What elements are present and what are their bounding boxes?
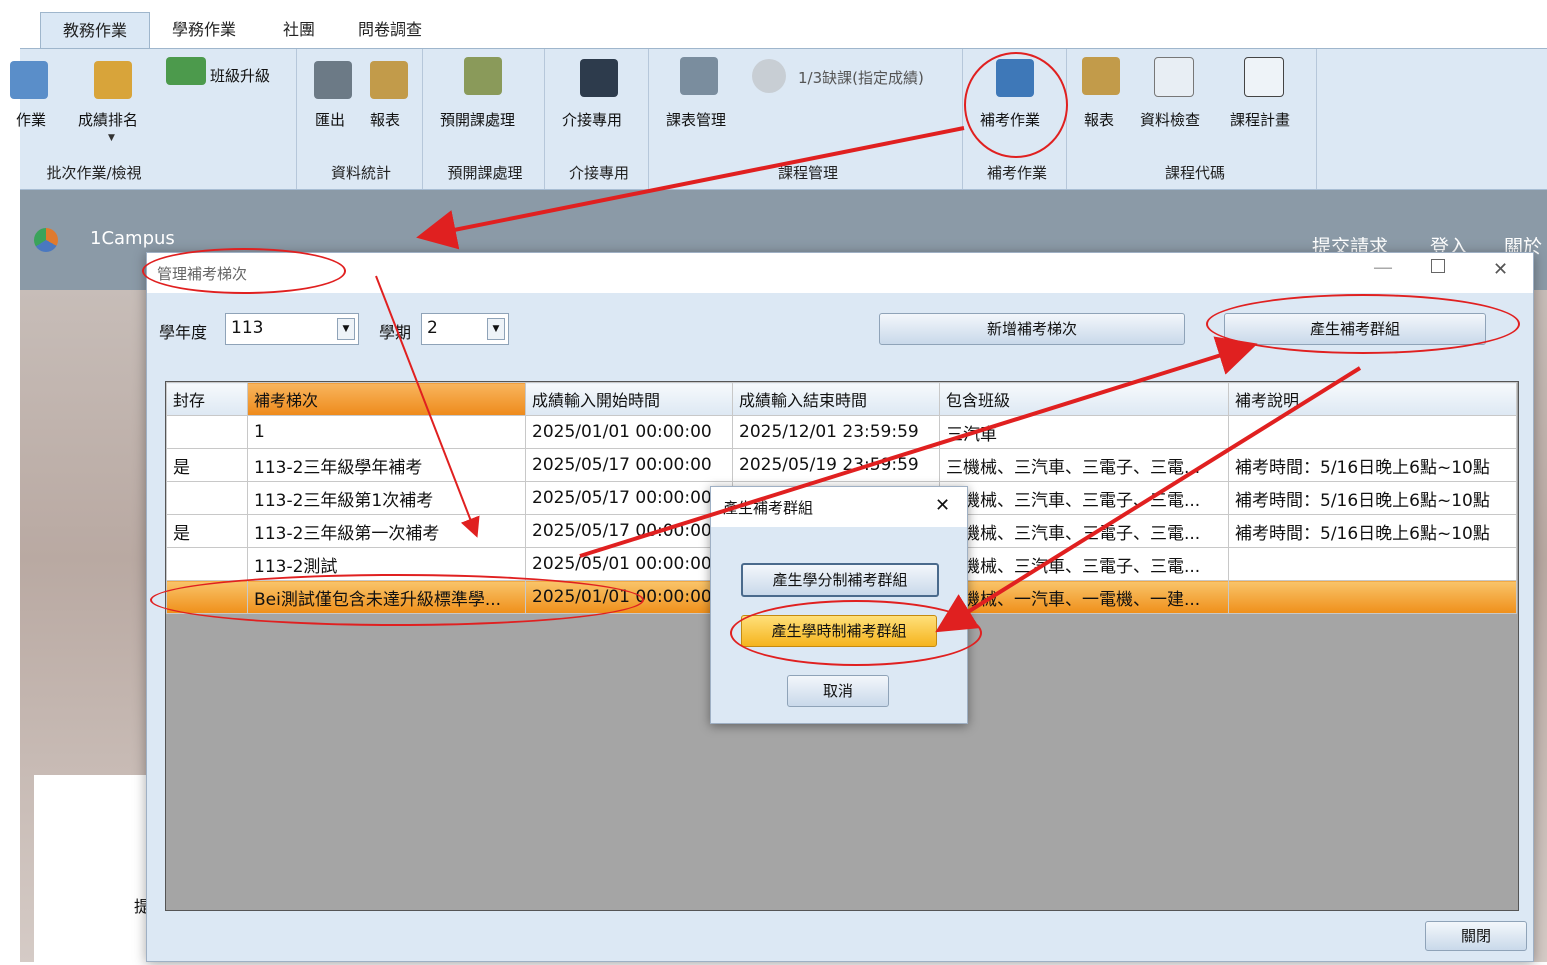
annotation-arrows	[375, 126, 1362, 633]
